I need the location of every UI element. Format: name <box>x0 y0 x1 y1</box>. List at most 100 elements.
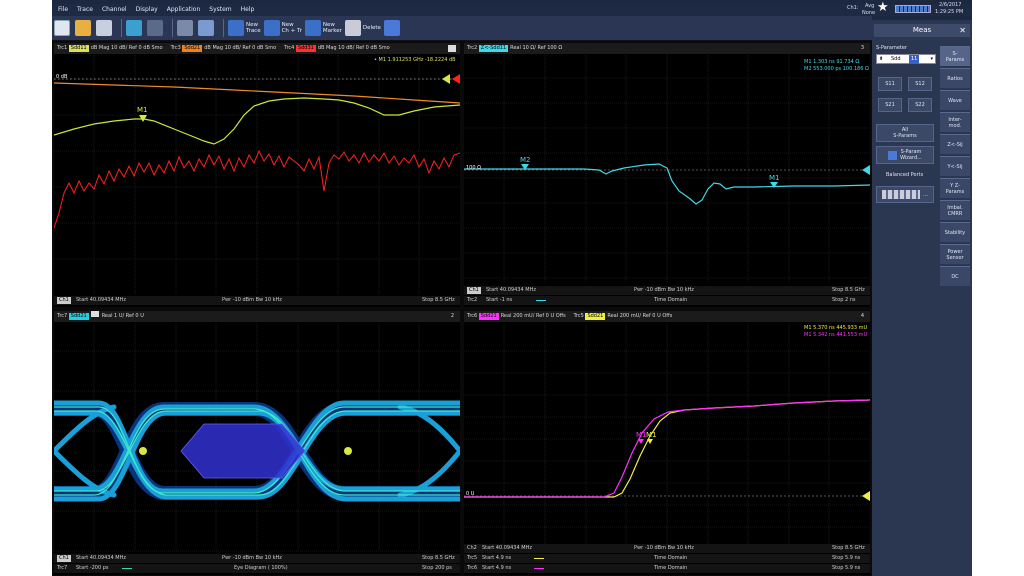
trc4-format[interactable]: dB Mag 10 dB/ Ref 0 dB Smo <box>318 45 390 51</box>
time-domain[interactable]: Time Domain <box>654 554 687 563</box>
stop-freq[interactable]: Stop 8.5 GHz <box>832 286 865 295</box>
start-freq[interactable]: Start 40.09434 MHz <box>486 286 536 295</box>
pane4-trace-header[interactable]: Trc6 Sdd21 Real 200 mU/ Ref 0 U Offs Trc5… <box>464 311 870 322</box>
maximize-icon[interactable] <box>448 45 456 52</box>
zoom-reset-button[interactable] <box>198 19 216 37</box>
sparam-selector[interactable]: ⬍ Sdd 11 ▾ <box>876 54 936 64</box>
trc6-time-start[interactable]: Start 4.9 ns <box>482 564 511 573</box>
tab-yz-params[interactable]: Y Z- Params <box>940 178 970 198</box>
tab-z-sij[interactable]: Z<-Sij <box>940 134 970 154</box>
save-button[interactable] <box>96 19 114 37</box>
delete-button[interactable]: Delete <box>344 19 381 37</box>
time-stop[interactable]: Stop 200 ps <box>422 564 452 573</box>
trc2-footer-label[interactable]: Trc2 <box>467 296 477 305</box>
trc2-format[interactable]: Real 10 Ω/ Ref 100 Ω <box>510 45 562 51</box>
trc4-label[interactable]: Trc4 <box>284 45 294 51</box>
trc6-label[interactable]: Trc6 <box>467 313 477 319</box>
s11-button[interactable]: S11 <box>878 77 902 91</box>
s12-button[interactable]: S12 <box>908 77 932 91</box>
s22-button[interactable]: S22 <box>908 98 932 112</box>
close-icon[interactable]: ✕ <box>959 24 966 37</box>
open-folder-button[interactable] <box>75 19 93 37</box>
stop-freq[interactable]: Stop 8.5 GHz <box>422 554 455 563</box>
tab-s-params[interactable]: S- Params <box>940 46 970 66</box>
sparam-wizard-button[interactable]: S-Param Wizard... <box>876 146 934 164</box>
diagram-pane-3[interactable]: Trc7 Sdd21 Real 1 U/ Ref 0 U 2 Ch1 Start … <box>54 311 460 575</box>
diagram-pane-1[interactable]: Trc1 Sdd11 dB Mag 10 dB/ Ref 0 dB Smo Trc… <box>54 43 460 307</box>
power-bw[interactable]: Pwr -10 dBm Bw 10 kHz <box>222 554 282 563</box>
new-file-button[interactable] <box>54 19 72 37</box>
time-stop[interactable]: Stop 2 ns <box>832 296 856 305</box>
tab-dc[interactable]: DC <box>940 266 970 286</box>
start-freq[interactable]: Start 40.09434 MHz <box>76 554 126 563</box>
all-sparams-button[interactable]: All S-Params <box>876 124 934 142</box>
trc7-footer-label[interactable]: Trc7 <box>57 564 67 573</box>
power-bw[interactable]: Pwr -10 dBm Bw 10 kHz <box>634 286 694 295</box>
pane2-trace-header[interactable]: Trc2 Z<-Sdd11 Real 10 Ω/ Ref 100 Ω 3 <box>464 43 870 54</box>
trc7-format[interactable]: Real 1 U/ Ref 0 U <box>102 313 144 319</box>
channel-badge[interactable]: Ch1 <box>467 287 481 294</box>
time-start[interactable]: Start -1 ns <box>486 296 512 305</box>
redo-button[interactable] <box>147 19 165 37</box>
new-marker-button[interactable]: New Marker <box>304 19 342 37</box>
tab-stability[interactable]: Stability <box>940 222 970 242</box>
tab-imbal-cmrr[interactable]: Imbal. CMRR <box>940 200 970 220</box>
time-domain[interactable]: Time Domain <box>654 296 687 305</box>
trc1-label[interactable]: Trc1 <box>57 45 67 51</box>
trc3-tag[interactable]: Sdd21 <box>182 45 203 52</box>
new-channel-trace-button[interactable]: New Ch + Tr <box>263 19 302 37</box>
eye-diagram-label[interactable]: Eye Diagram ( 100%) <box>234 564 288 573</box>
menu-trace[interactable]: Trace <box>77 6 93 13</box>
channel-badge[interactable]: Ch1 <box>57 555 71 562</box>
trc6-tag[interactable]: Sdd21 <box>478 313 499 320</box>
power-bw[interactable]: Pwr -10 dBm Bw 10 kHz <box>634 544 694 553</box>
trc5-footer-label[interactable]: Trc5 <box>467 554 477 563</box>
balanced-ports-button[interactable]: … <box>876 186 934 203</box>
diagram-pane-4[interactable]: Trc6 Sdd21 Real 200 mU/ Ref 0 U Offs Trc5… <box>464 311 870 575</box>
tab-intermod[interactable]: Inter-mod. <box>940 112 970 132</box>
menu-display[interactable]: Display <box>136 6 158 13</box>
trc7-tag[interactable]: Sdd21 <box>68 313 89 320</box>
tab-power-sensor[interactable]: Power Sensor <box>940 244 970 264</box>
trc6-format[interactable]: Real 200 mU/ Ref 0 U Offs <box>501 313 566 319</box>
sdd-index[interactable]: 11 <box>909 55 920 64</box>
menu-application[interactable]: Application <box>167 6 201 13</box>
trc5-time-start[interactable]: Start 4.9 ns <box>482 554 511 563</box>
star-icon[interactable]: ★ <box>877 1 889 15</box>
menu-help[interactable]: Help <box>241 6 255 13</box>
start-freq[interactable]: Start 40.09434 MHz <box>76 296 126 305</box>
s21-button[interactable]: S21 <box>878 98 902 112</box>
time-domain[interactable]: Time Domain <box>654 564 687 573</box>
trc5-time-stop[interactable]: Stop 5.9 ns <box>832 554 860 563</box>
trc3-format[interactable]: dB Mag 10 dB/ Ref 0 dB Smo <box>204 45 276 51</box>
diagram-pane-2[interactable]: Trc2 Z<-Sdd11 Real 10 Ω/ Ref 100 Ω 3 M1 1… <box>464 43 870 307</box>
new-trace-button[interactable]: New Trace <box>228 19 261 37</box>
trc2-label[interactable]: Trc2 <box>467 45 477 51</box>
trc7-label[interactable]: Trc7 <box>57 313 67 319</box>
menu-channel[interactable]: Channel <box>102 6 127 13</box>
trc5-label[interactable]: Trc5 <box>574 313 584 319</box>
trc5-tag[interactable]: Sdd21 <box>585 313 606 320</box>
spinner-icon[interactable]: ⬍ <box>879 55 883 64</box>
stop-freq[interactable]: Stop 8.5 GHz <box>832 544 865 553</box>
pane1-trace-header[interactable]: Trc1 Sdd11 dB Mag 10 dB/ Ref 0 dB Smo Trc… <box>54 43 460 54</box>
zoom-select-button[interactable] <box>177 19 195 37</box>
trc5-format[interactable]: Real 200 mU/ Ref 0 U Offs <box>607 313 672 319</box>
menu-file[interactable]: File <box>58 6 68 13</box>
channel-badge[interactable]: Ch1 <box>57 297 71 304</box>
trc6-time-stop[interactable]: Stop 5.9 ns <box>832 564 860 573</box>
channel-label[interactable]: Ch2 <box>467 544 477 553</box>
power-bw[interactable]: Pwr -10 dBm Bw 10 kHz <box>222 296 282 305</box>
start-freq[interactable]: Start 40.09434 MHz <box>482 544 532 553</box>
time-start[interactable]: Start -200 ps <box>76 564 109 573</box>
trc2-tag[interactable]: Z<-Sdd11 <box>478 45 509 52</box>
trc4-tag[interactable]: Sdd31 <box>295 45 316 52</box>
tab-wave[interactable]: Wave <box>940 90 970 110</box>
trc3-label[interactable]: Trc3 <box>171 45 181 51</box>
edit-button[interactable] <box>383 19 402 37</box>
stop-freq[interactable]: Stop 8.5 GHz <box>422 296 455 305</box>
trc1-tag[interactable]: Sdd11 <box>68 45 89 52</box>
tab-y-sij[interactable]: Y<-Sij <box>940 156 970 176</box>
trc6-footer-label[interactable]: Trc6 <box>467 564 477 573</box>
menu-system[interactable]: System <box>209 6 231 13</box>
